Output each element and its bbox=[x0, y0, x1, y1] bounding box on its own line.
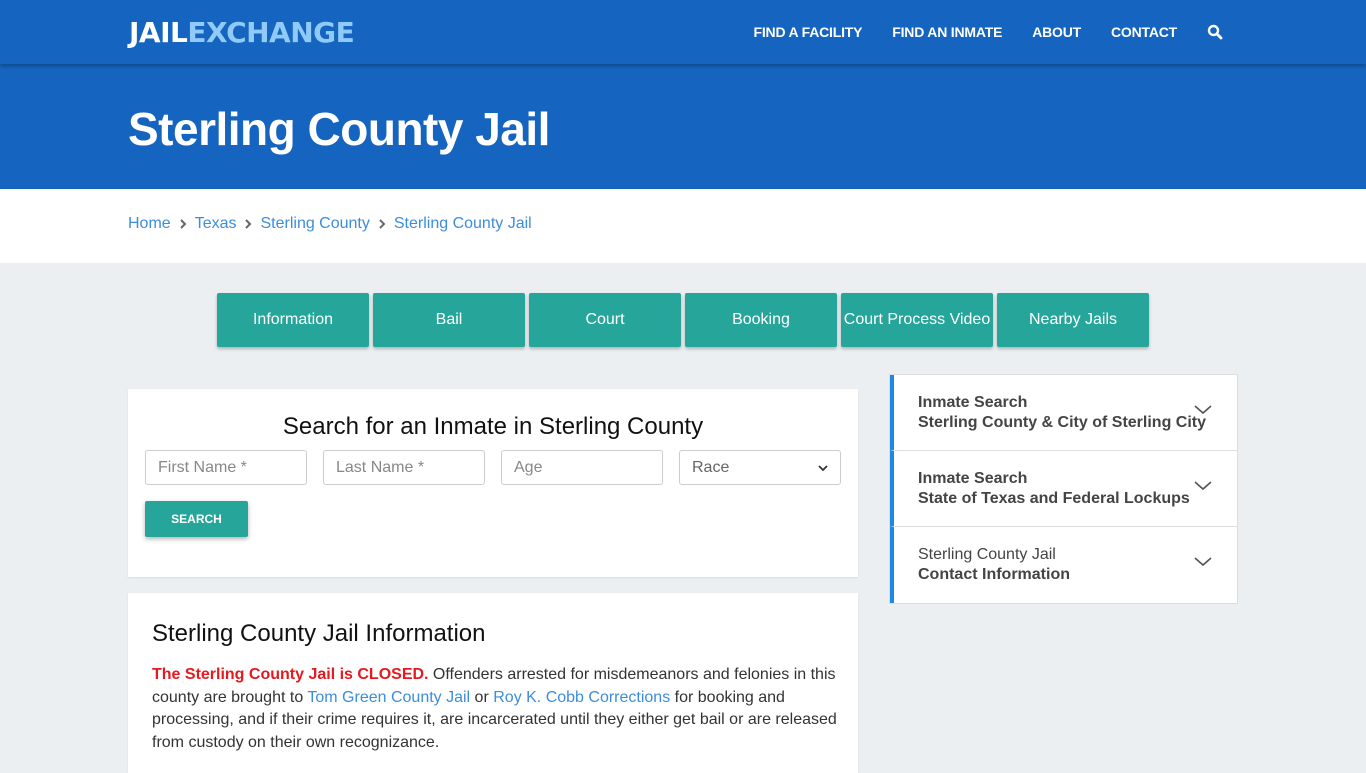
page-title: Sterling County Jail bbox=[128, 103, 550, 155]
info-paragraph: The Sterling County Jail is CLOSED. Offe… bbox=[152, 664, 842, 754]
age-placeholder: Age bbox=[514, 458, 543, 476]
info-title: Sterling County Jail Information bbox=[152, 620, 486, 647]
chevron-right-icon bbox=[236, 215, 260, 233]
accordion-inmate-search-state[interactable]: Inmate Search State of Texas and Federal … bbox=[890, 451, 1237, 527]
chevron-down-icon bbox=[818, 459, 828, 477]
breadcrumb-county[interactable]: Sterling County bbox=[260, 215, 369, 233]
sidebar-accordion: Inmate Search Sterling County & City of S… bbox=[889, 374, 1238, 604]
section-tabs: Information Bail Court Booking Court Pro… bbox=[217, 293, 1153, 347]
chevron-right-icon bbox=[370, 215, 394, 233]
nav-about[interactable]: ABOUT bbox=[1032, 24, 1081, 40]
race-select[interactable]: Race bbox=[679, 450, 841, 485]
accordion-label-3: Sterling County Jail bbox=[918, 546, 1056, 563]
accordion-label-1: Inmate Search bbox=[918, 394, 1028, 411]
accordion-sublabel-2: State of Texas and Federal Lockups bbox=[918, 490, 1190, 507]
tab-information[interactable]: Information bbox=[217, 293, 369, 347]
breadcrumb-texas[interactable]: Texas bbox=[195, 215, 237, 233]
race-selected-value: Race bbox=[692, 458, 730, 476]
chevron-right-icon bbox=[171, 215, 195, 233]
tab-bail[interactable]: Bail bbox=[373, 293, 525, 347]
chevron-down-icon bbox=[1193, 479, 1213, 493]
first-name-placeholder: First Name * bbox=[158, 458, 247, 476]
tab-court[interactable]: Court bbox=[529, 293, 681, 347]
search-icon[interactable] bbox=[1207, 24, 1223, 40]
chevron-down-icon bbox=[1193, 555, 1213, 569]
tab-court-process-video[interactable]: Court Process Video bbox=[841, 293, 993, 347]
chevron-down-icon bbox=[1193, 403, 1213, 417]
nav-links: FIND A FACILITY FIND AN INMATE ABOUT CON… bbox=[724, 0, 1223, 64]
accordion-inmate-search-county[interactable]: Inmate Search Sterling County & City of S… bbox=[890, 375, 1237, 451]
logo-jail: JAIL bbox=[129, 16, 188, 49]
tab-nearby-jails[interactable]: Nearby Jails bbox=[997, 293, 1149, 347]
jail-information-card: Sterling County Jail Information The Ste… bbox=[128, 593, 858, 773]
tom-green-county-jail-link[interactable]: Tom Green County Jail bbox=[307, 689, 470, 706]
accordion-sublabel-3: Contact Information bbox=[918, 566, 1070, 583]
age-input[interactable]: Age bbox=[501, 450, 663, 485]
last-name-placeholder: Last Name * bbox=[336, 458, 425, 476]
breadcrumb-home[interactable]: Home bbox=[128, 215, 171, 233]
nav-find-inmate[interactable]: FIND AN INMATE bbox=[892, 24, 1002, 40]
accordion-contact-information[interactable]: Sterling County Jail Contact Information bbox=[890, 527, 1237, 603]
info-text-2: or bbox=[470, 688, 494, 706]
search-title: Search for an Inmate in Sterling County bbox=[282, 413, 704, 440]
inmate-search-card: Search for an Inmate in Sterling County … bbox=[128, 389, 858, 577]
breadcrumb-bar: Home Texas Sterling County Sterling Coun… bbox=[0, 189, 1366, 263]
nav-find-facility[interactable]: FIND A FACILITY bbox=[754, 24, 863, 40]
accordion-label-2: Inmate Search bbox=[918, 470, 1028, 487]
first-name-input[interactable]: First Name * bbox=[145, 450, 307, 485]
top-navbar: JAILEXCHANGE FIND A FACILITY FIND AN INM… bbox=[0, 0, 1366, 64]
closed-notice: The Sterling County Jail is CLOSED. bbox=[152, 666, 429, 683]
last-name-input[interactable]: Last Name * bbox=[323, 450, 485, 485]
search-button[interactable]: SEARCH bbox=[145, 501, 248, 537]
page-header: Sterling County Jail bbox=[0, 64, 1366, 189]
roy-k-cobb-corrections-link[interactable]: Roy K. Cobb Corrections bbox=[493, 689, 670, 706]
tab-booking[interactable]: Booking bbox=[685, 293, 837, 347]
site-logo[interactable]: JAILEXCHANGE bbox=[129, 16, 355, 49]
breadcrumb-jail[interactable]: Sterling County Jail bbox=[394, 215, 532, 233]
nav-contact[interactable]: CONTACT bbox=[1111, 24, 1177, 40]
accordion-sublabel-1: Sterling County & City of Sterling City bbox=[918, 414, 1207, 431]
breadcrumb: Home Texas Sterling County Sterling Coun… bbox=[128, 215, 532, 233]
logo-exchange: EXCHANGE bbox=[187, 16, 355, 49]
